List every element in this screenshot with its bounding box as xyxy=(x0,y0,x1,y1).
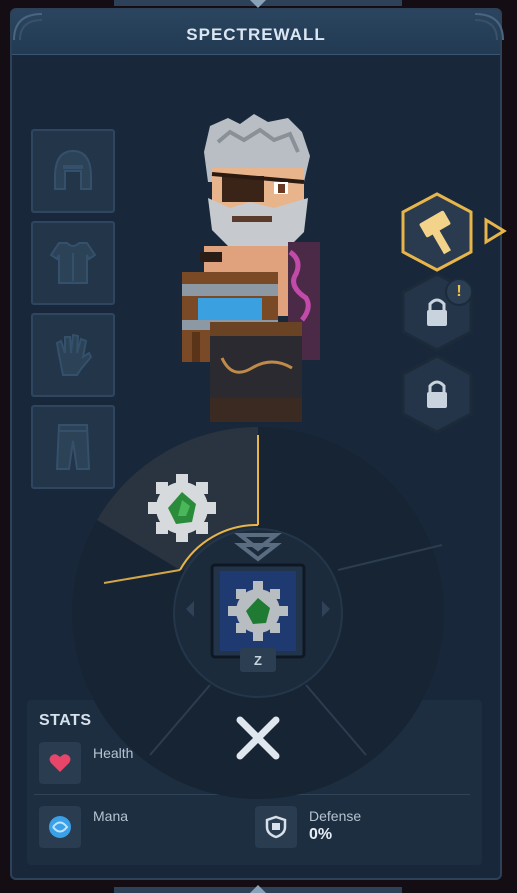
glove-icon xyxy=(55,333,93,376)
hotkey-badge: Z xyxy=(240,648,276,672)
close-icon xyxy=(236,716,280,760)
panel-title: SPECTREWALL xyxy=(12,10,500,55)
expand-arrow-icon[interactable] xyxy=(483,217,507,245)
hammer-ability-button[interactable] xyxy=(399,192,475,272)
close-button[interactable] xyxy=(232,712,284,764)
defense-value: 0% xyxy=(309,826,333,843)
chest-armor-icon xyxy=(49,242,97,284)
mana-stat-icon-box xyxy=(39,806,81,848)
helmet-slot[interactable] xyxy=(31,129,115,213)
corner-ornament-icon xyxy=(474,13,504,41)
corner-ornament-icon xyxy=(13,13,43,41)
locked-ability-slot-2[interactable] xyxy=(399,354,475,434)
gloves-slot[interactable] xyxy=(31,313,115,397)
alert-badge: ! xyxy=(445,278,473,306)
frame-top-decoration xyxy=(114,0,402,8)
mana-orb-icon xyxy=(49,816,71,838)
defense-stat-icon-box xyxy=(255,806,297,848)
heart-icon xyxy=(49,754,71,772)
defense-label: Defense xyxy=(309,808,362,824)
frame-bottom-decoration xyxy=(114,885,402,893)
gear-gem-icon xyxy=(228,581,288,641)
chest-slot[interactable] xyxy=(31,221,115,305)
character-avatar xyxy=(182,114,320,422)
gear-gem-icon xyxy=(148,474,216,542)
helmet-icon xyxy=(54,149,92,190)
shield-icon xyxy=(265,815,287,839)
mana-label: Mana xyxy=(93,808,129,824)
